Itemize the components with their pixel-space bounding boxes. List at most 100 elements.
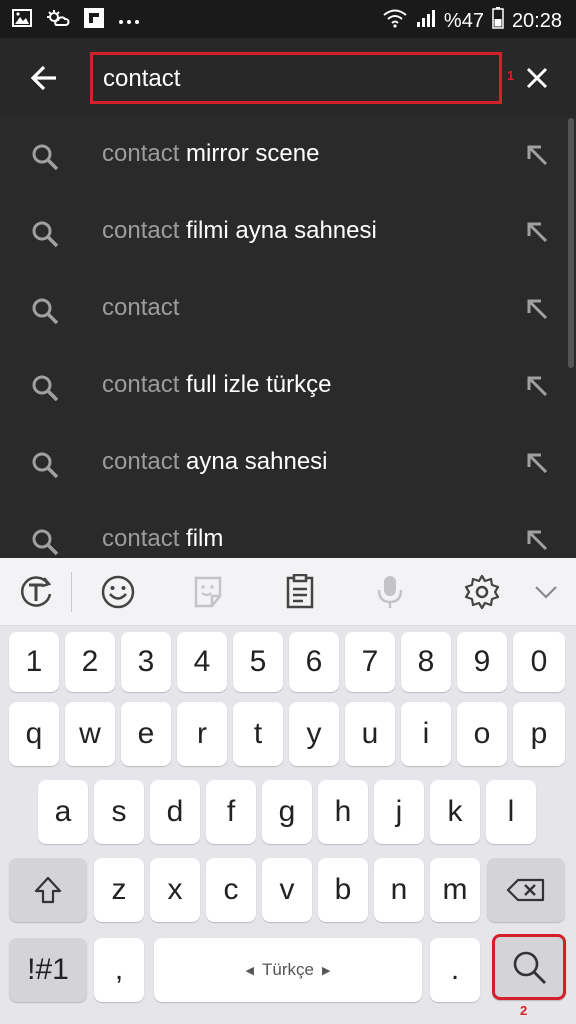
key-o[interactable]: o [457, 702, 507, 766]
search-header: 1 [0, 38, 576, 118]
clear-search-button[interactable] [512, 56, 562, 100]
key-h[interactable]: h [318, 780, 368, 844]
back-arrow-icon [30, 65, 56, 91]
voice-input-button[interactable] [370, 572, 410, 612]
settings-icon [464, 574, 500, 610]
search-icon [32, 298, 59, 325]
key-c[interactable]: c [206, 858, 256, 922]
clock: 20:28 [511, 9, 562, 32]
key-p[interactable]: p [513, 702, 565, 766]
more-dots-icon [118, 12, 140, 30]
sticker-button[interactable] [188, 572, 228, 612]
fill-query-arrow-icon[interactable] [524, 296, 550, 322]
collapse-icon [535, 586, 557, 599]
key-k[interactable]: k [430, 780, 480, 844]
keyboard-toolbar [0, 558, 576, 626]
key-q[interactable]: q [9, 702, 59, 766]
key-g[interactable]: g [262, 780, 312, 844]
suggestion-item[interactable]: contact [0, 272, 570, 349]
comma-key[interactable]: , [94, 938, 144, 1002]
search-icon [513, 951, 546, 984]
key-a[interactable]: a [38, 780, 88, 844]
search-icon [32, 529, 59, 556]
battery-icon [492, 7, 504, 35]
keyboard-settings-button[interactable] [462, 572, 502, 612]
suggestion-text: contact ayna sahnesi [102, 448, 328, 475]
key-1[interactable]: 1 [9, 632, 59, 692]
key-z[interactable]: z [94, 858, 144, 922]
emoji-icon [101, 575, 135, 609]
key-5[interactable]: 5 [233, 632, 283, 692]
mic-icon [377, 576, 403, 608]
key-f[interactable]: f [206, 780, 256, 844]
period-key[interactable]: . [430, 938, 480, 1002]
key-j[interactable]: j [374, 780, 424, 844]
flipboard-icon [84, 8, 104, 33]
close-icon [526, 67, 548, 89]
key-8[interactable]: 8 [401, 632, 451, 692]
scrollbar[interactable] [568, 118, 574, 368]
suggestion-item[interactable]: contact mirror scene [0, 118, 570, 195]
key-r[interactable]: r [177, 702, 227, 766]
key-v[interactable]: v [262, 858, 312, 922]
fill-query-arrow-icon[interactable] [524, 373, 550, 399]
language-left-icon: ◀ [245, 964, 255, 977]
suggestion-item[interactable]: contact ayna sahnesi [0, 426, 570, 503]
suggestion-text: contact filmi ayna sahnesi [102, 217, 377, 244]
toolbar-divider [71, 572, 72, 612]
key-y[interactable]: y [289, 702, 339, 766]
wifi-icon [382, 8, 408, 34]
key-9[interactable]: 9 [457, 632, 507, 692]
suggestion-list: contact mirror scene contact filmi ayna … [0, 118, 576, 558]
key-e[interactable]: e [121, 702, 171, 766]
search-input[interactable] [103, 64, 483, 94]
key-m[interactable]: m [430, 858, 480, 922]
fill-query-arrow-icon[interactable] [524, 450, 550, 476]
symbols-key[interactable]: !#1 [9, 938, 87, 1002]
clipboard-button[interactable] [280, 572, 320, 612]
translate-button[interactable] [16, 572, 56, 612]
key-2[interactable]: 2 [65, 632, 115, 692]
space-language-label: Türkçe [262, 960, 314, 979]
search-submit-key[interactable] [492, 934, 566, 1000]
search-icon [32, 375, 59, 402]
backspace-key[interactable] [487, 858, 565, 922]
clipboard-icon [286, 574, 314, 609]
key-7[interactable]: 7 [345, 632, 395, 692]
key-d[interactable]: d [150, 780, 200, 844]
key-u[interactable]: u [345, 702, 395, 766]
fill-query-arrow-icon[interactable] [524, 527, 550, 553]
language-right-icon: ▶ [321, 964, 331, 977]
annotation-marker-2: 2 [520, 1003, 528, 1018]
key-t[interactable]: t [233, 702, 283, 766]
suggestion-text: contact mirror scene [102, 140, 320, 167]
fill-query-arrow-icon[interactable] [524, 219, 550, 245]
status-bar: %47 20:28 [0, 0, 576, 38]
key-x[interactable]: x [150, 858, 200, 922]
key-b[interactable]: b [318, 858, 368, 922]
key-s[interactable]: s [94, 780, 144, 844]
key-3[interactable]: 3 [121, 632, 171, 692]
emoji-button[interactable] [98, 572, 138, 612]
shift-icon [34, 876, 62, 904]
battery-percent: %47 [443, 9, 484, 32]
suggestion-item[interactable]: contact full izle türkçe [0, 349, 570, 426]
key-0[interactable]: 0 [513, 632, 565, 692]
key-i[interactable]: i [401, 702, 451, 766]
signal-icon [416, 8, 436, 34]
back-button[interactable] [22, 58, 66, 98]
collapse-toolbar-button[interactable] [526, 572, 566, 612]
key-4[interactable]: 4 [177, 632, 227, 692]
fill-query-arrow-icon[interactable] [524, 142, 550, 168]
search-icon [32, 221, 59, 248]
shift-key[interactable] [9, 858, 87, 922]
key-w[interactable]: w [65, 702, 115, 766]
weather-icon [46, 9, 70, 32]
key-n[interactable]: n [374, 858, 424, 922]
key-6[interactable]: 6 [289, 632, 339, 692]
search-icon [32, 144, 59, 171]
suggestion-item[interactable]: contact filmi ayna sahnesi [0, 195, 570, 272]
suggestion-item[interactable]: contact film [0, 503, 570, 558]
space-key[interactable]: ◀ Türkçe ▶ [154, 938, 422, 1002]
key-l[interactable]: l [486, 780, 536, 844]
